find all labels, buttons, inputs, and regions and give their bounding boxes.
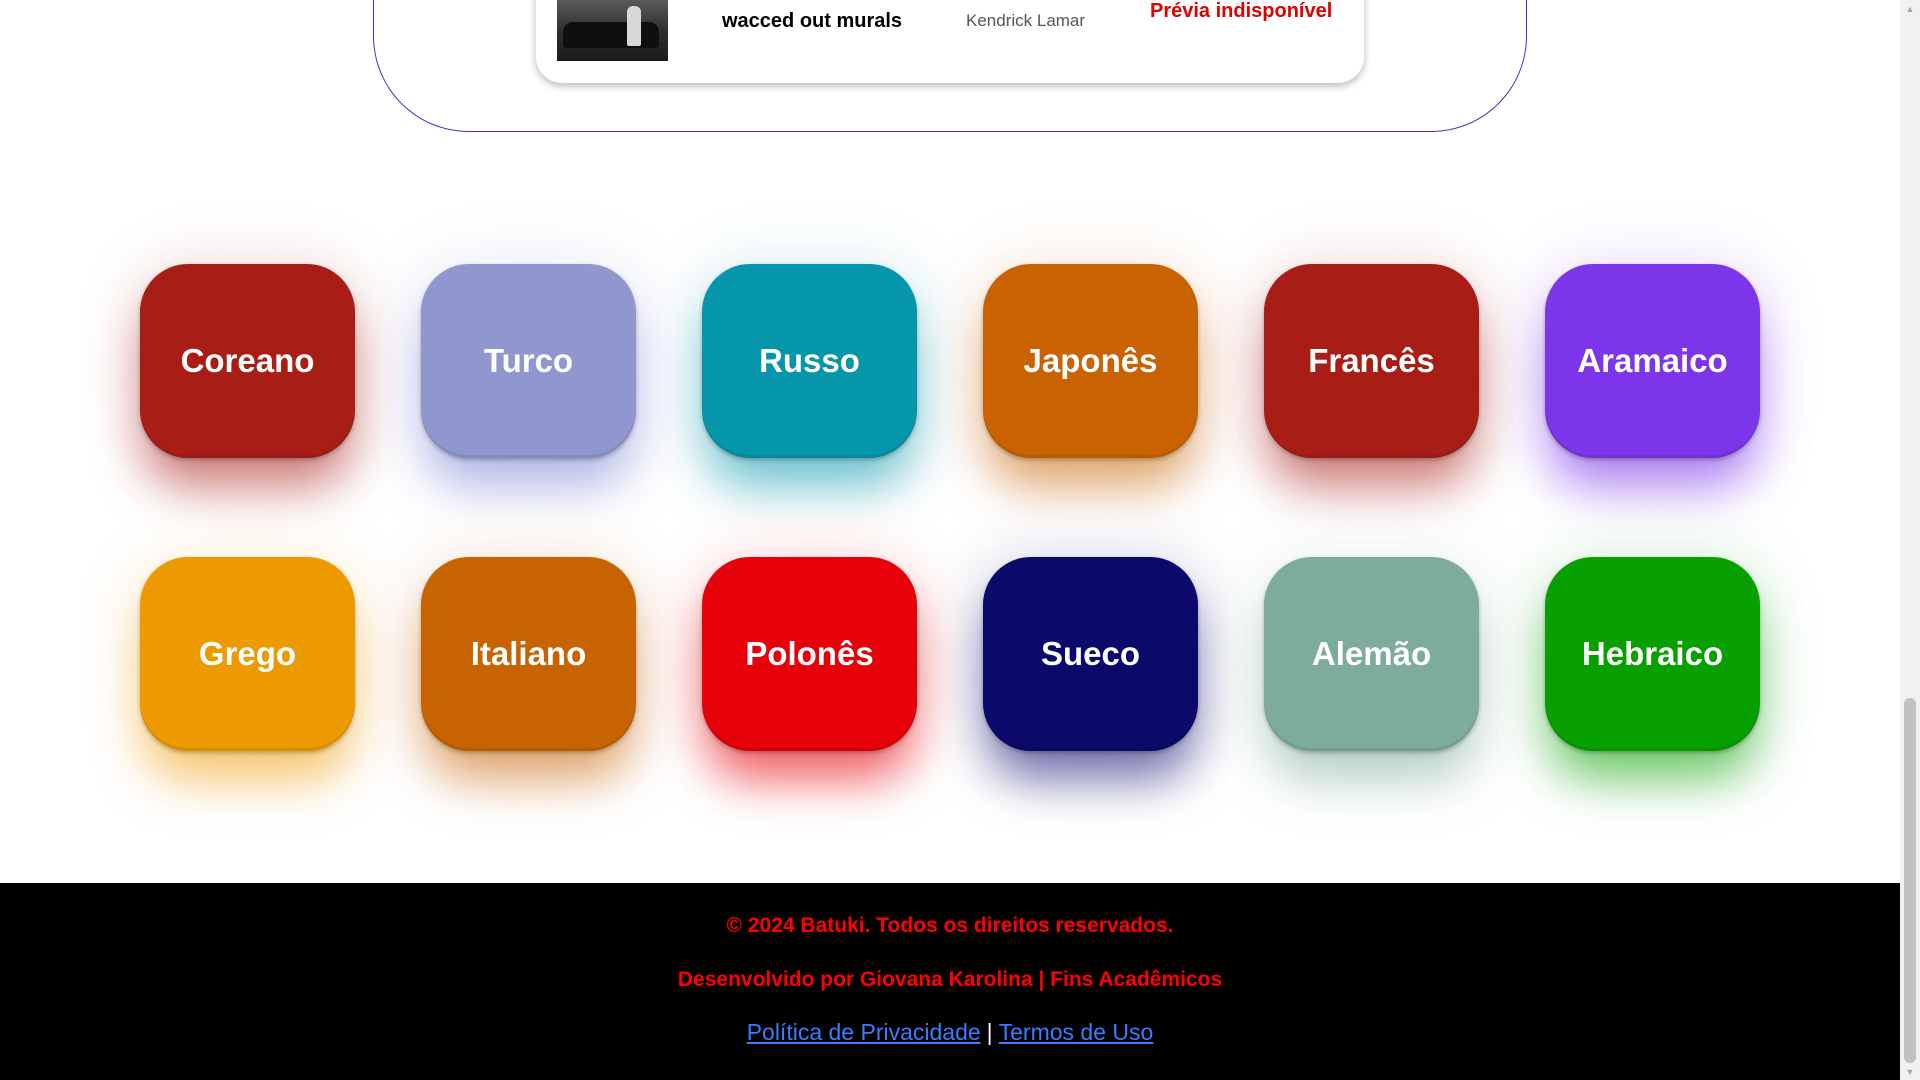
footer-links: Política de Privacidade | Termos de Uso <box>0 1019 1900 1046</box>
track-card[interactable]: wacced out murals Kendrick Lamar Prévia … <box>536 0 1364 83</box>
language-button-japones[interactable]: Japonês <box>983 264 1198 458</box>
scrollbar-thumb[interactable] <box>1904 698 1916 1063</box>
language-button-italiano[interactable]: Italiano <box>421 557 636 751</box>
language-button-grego[interactable]: Grego <box>140 557 355 751</box>
album-cover-image <box>557 0 668 61</box>
copyright-text: © 2024 Batuki. Todos os direitos reserva… <box>726 914 1174 937</box>
language-button-sueco[interactable]: Sueco <box>983 557 1198 751</box>
language-button-hebraico[interactable]: Hebraico <box>1545 557 1760 751</box>
language-button-aramaico[interactable]: Aramaico <box>1545 264 1760 458</box>
triangle-down-icon[interactable]: ▼ <box>1900 1063 1920 1080</box>
privacy-policy-link[interactable]: Política de Privacidade <box>747 1019 981 1045</box>
terms-of-use-link[interactable]: Termos de Uso <box>999 1019 1154 1045</box>
track-title: wacced out murals <box>722 10 903 32</box>
footer: © 2024 Batuki. Todos os direitos reserva… <box>0 883 1900 1080</box>
vertical-scrollbar[interactable]: ▲ ▼ <box>1900 0 1920 1080</box>
language-button-coreano[interactable]: Coreano <box>140 264 355 458</box>
language-button-frances[interactable]: Francês <box>1264 264 1479 458</box>
footer-link-separator: | <box>986 1019 993 1045</box>
language-button-alemao[interactable]: Alemão <box>1264 557 1479 751</box>
preview-status: Prévia indisponível <box>1150 0 1333 22</box>
language-button-turco[interactable]: Turco <box>421 264 636 458</box>
track-artist: Kendrick Lamar <box>966 11 1086 30</box>
language-button-polones[interactable]: Polonês <box>702 557 917 751</box>
language-button-russo[interactable]: Russo <box>702 264 917 458</box>
page: wacced out murals Kendrick Lamar Prévia … <box>0 0 1900 1080</box>
triangle-up-icon[interactable]: ▲ <box>1900 0 1920 17</box>
credits-text: Desenvolvido por Giovana Karolina | Fins… <box>677 968 1223 991</box>
